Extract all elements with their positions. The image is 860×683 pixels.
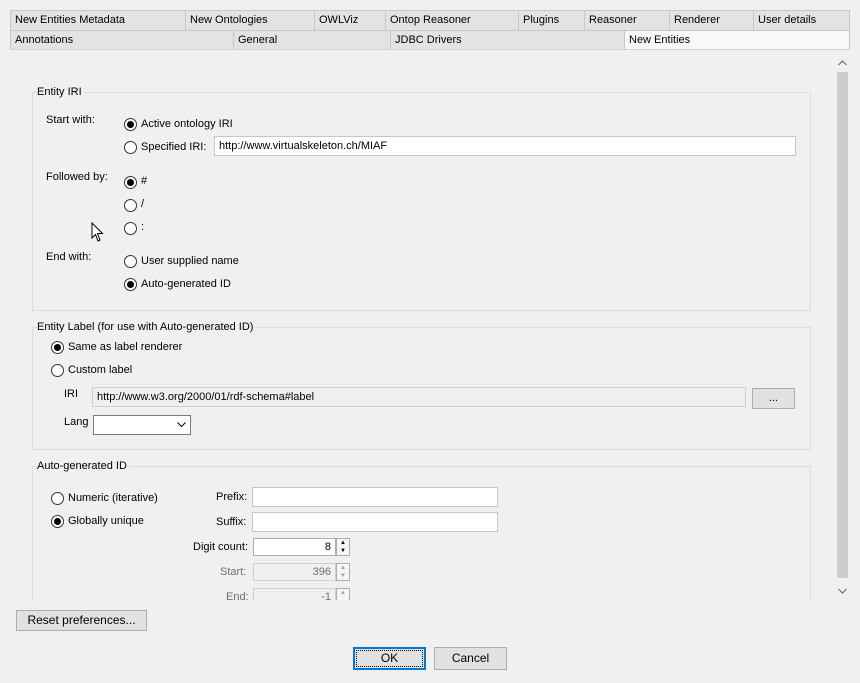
digit-count-spin-buttons[interactable]: ▲ ▼ [336,538,350,556]
lang-select[interactable] [93,415,191,435]
end-label: End: [226,591,249,600]
followed-by-hash-label: # [141,175,148,187]
start-spin-buttons: ▲ ▼ [336,563,350,581]
active-ontology-iri-label: Active ontology IRI [141,118,233,130]
end-value: -1 [253,588,336,600]
numeric-iterative-label: Numeric (iterative) [68,492,158,504]
numeric-iterative-radio[interactable] [51,492,64,505]
suffix-input[interactable] [252,512,498,532]
followed-by-colon-radio[interactable] [124,222,137,235]
digit-count-label: Digit count: [193,541,249,553]
label-iri-input[interactable]: http://www.w3.org/2000/01/rdf-schema#lab… [92,387,746,407]
end-row-clip: End: -1 ▲ [0,588,834,600]
new-entities-panel: Entity IRI Start with: Active ontology I… [0,0,834,600]
reset-preferences-button[interactable]: Reset preferences... [16,610,147,631]
user-supplied-name-radio[interactable] [124,255,137,268]
browse-iri-button[interactable]: ... [752,388,795,409]
lang-label: Lang [64,416,89,428]
start-with-label: Start with: [46,114,95,126]
same-as-label-renderer-radio[interactable] [51,341,64,354]
auto-generated-id-radio[interactable] [124,278,137,291]
start-value: 396 [253,563,336,581]
specified-iri-label: Specified IRI: [141,141,207,153]
same-as-label-renderer-label: Same as label renderer [68,341,183,353]
end-with-label: End with: [46,251,92,263]
followed-by-label: Followed by: [46,171,108,183]
custom-label-radio[interactable] [51,364,64,377]
entity-iri-title: Entity IRI [37,86,84,98]
prefix-input[interactable] [252,487,498,507]
globally-unique-radio[interactable] [51,515,64,528]
auto-id-title: Auto-generated ID [37,460,129,472]
globally-unique-label: Globally unique [68,515,144,527]
chevron-down-icon [177,422,186,428]
spin-up-icon: ▲ [340,565,346,571]
spin-up-icon: ▲ [340,590,346,596]
ok-button[interactable]: OK [353,647,426,670]
specified-iri-radio[interactable] [124,141,137,154]
end-spin-buttons: ▲ [336,588,350,600]
scroll-down-icon[interactable] [834,584,850,598]
scrollbar-thumb[interactable] [837,72,848,578]
scroll-up-icon[interactable] [834,56,850,70]
user-supplied-name-label: User supplied name [141,255,239,267]
followed-by-colon-label: : [141,221,145,233]
custom-label-label: Custom label [68,364,133,376]
entity-label-title: Entity Label (for use with Auto-generate… [37,321,256,333]
digit-count-value[interactable]: 8 [253,538,336,556]
prefix-label: Prefix: [216,491,248,503]
iri-label: IRI [64,388,79,400]
suffix-label: Suffix: [216,516,247,528]
start-label: Start: [220,566,247,578]
mouse-cursor-icon [91,222,104,242]
active-ontology-iri-radio[interactable] [124,118,137,131]
followed-by-slash-label: / [141,198,145,210]
followed-by-hash-radio[interactable] [124,176,137,189]
auto-generated-id-label: Auto-generated ID [141,278,231,290]
spin-down-icon: ▼ [340,573,346,579]
cancel-button[interactable]: Cancel [434,647,507,670]
followed-by-slash-radio[interactable] [124,199,137,212]
specified-iri-input[interactable]: http://www.virtualskeleton.ch/MIAF [214,136,796,156]
spin-down-icon[interactable]: ▼ [337,547,349,555]
spin-up-icon[interactable]: ▲ [337,539,349,547]
vertical-scrollbar[interactable] [834,56,850,600]
